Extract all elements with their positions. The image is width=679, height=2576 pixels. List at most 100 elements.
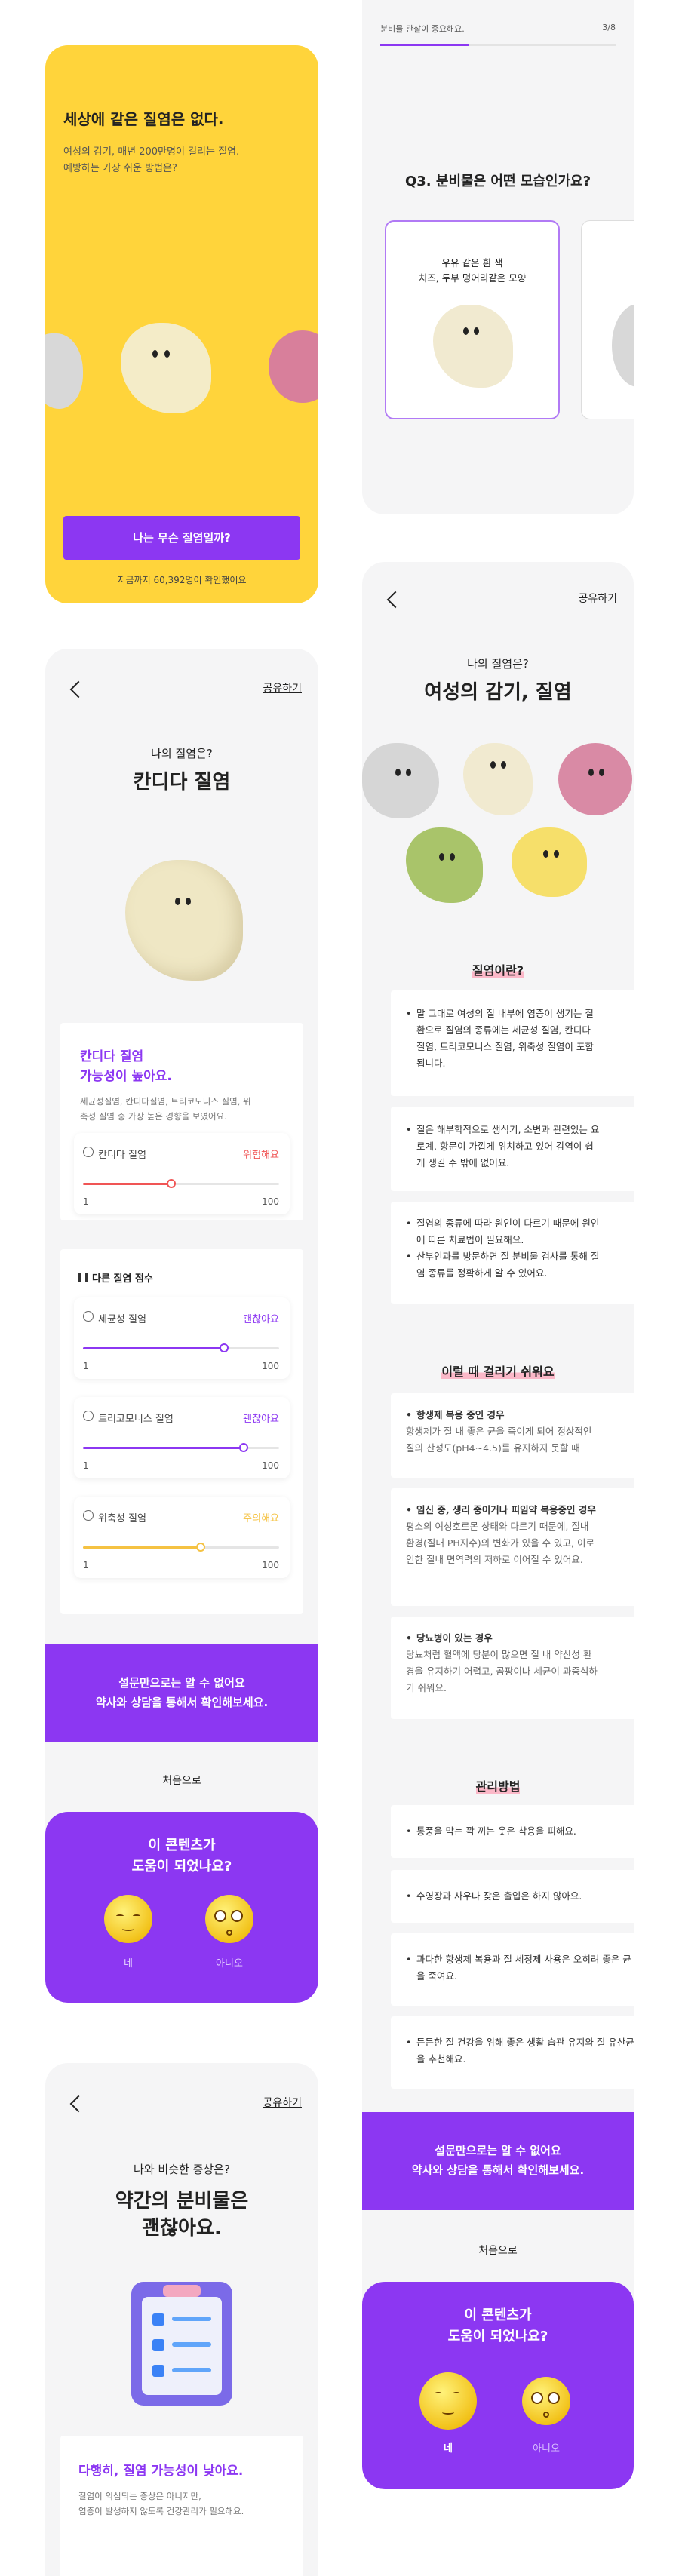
normal-title-2: 괜찮아요. <box>142 2217 222 2240</box>
score-fill <box>83 1447 244 1449</box>
feedback-yes[interactable]: 네 <box>104 1955 152 1970</box>
restart-label: 처음으로 <box>162 1775 201 1787</box>
normal-title-1: 약간의 분비물은 <box>115 2190 249 2212</box>
share-link[interactable]: 공유하기 <box>263 2095 302 2110</box>
score-max: 100 <box>262 1460 279 1471</box>
info-circle-icon <box>83 1311 94 1322</box>
quiz-question: Q3. 분비물은 어떤 모습인가요? <box>404 173 591 189</box>
score-track <box>83 1343 279 1352</box>
score-min: 1 <box>83 1196 89 1207</box>
share-link[interactable]: 공유하기 <box>578 591 617 606</box>
pink-blob <box>558 743 632 815</box>
score-max: 100 <box>262 1196 279 1207</box>
restart-link[interactable]: 처음으로 <box>362 2243 634 2258</box>
care-tip-4: 든든한 질 건강을 위해 좋은 생활 습관 유지와 질 유산균을 추천해요. <box>391 2016 634 2089</box>
risk-tip-2: 임신 중, 생리 중이거나 피임약 복용중인 경우평소의 여성호르몬 상태와 다… <box>391 1488 634 1606</box>
option-label-2: 치즈, 두부 덩어리같은 모양 <box>418 272 527 284</box>
candida-title: 칸디다 질염 <box>133 771 231 794</box>
tip-text: 든든한 질 건강을 위해 좋은 생활 습관 유지와 질 유산균을 추천해요. <box>403 2034 634 2068</box>
other-scores-panel: 다른 질염 점수 세균성 질염 괜찮아요 1 100 트리코모니스 질염 괜찮아… <box>60 1249 303 1614</box>
normal-desc-1: 질염이 의심되는 증상은 아니지만, <box>78 2491 201 2501</box>
score-status: 괜찮아요 <box>243 1414 279 1425</box>
what-is-tip-1: 말 그대로 여성의 질 내부에 염증이 생기는 질환으로 질염의 종류에는 세균… <box>391 990 634 1096</box>
normal-sub: 나와 비슷한 증상은? <box>134 2163 230 2176</box>
party-face-icon[interactable] <box>104 1895 152 1943</box>
tip-title: 항생제 복용 중인 경우 <box>403 1407 634 1423</box>
back-arrow-icon[interactable] <box>386 591 404 609</box>
score-name: 칸디다 질염 <box>98 1150 146 1161</box>
what-is-tip-3: 질염의 종류에 따라 원인이 다르기 때문에 원인에 따른 치료법이 필요해요.… <box>391 1202 634 1304</box>
score-knob <box>196 1543 205 1552</box>
score-min: 1 <box>83 1460 89 1471</box>
quiz-card: 분비물 관찰이 중요해요. 3/8 Q3. 분비물은 어떤 모습인가요? 우유 … <box>362 0 634 514</box>
score-track <box>83 1543 279 1552</box>
tip-text: 산부인과를 방문하면 질 분비물 검사를 통해 질염 종류를 정확하게 알 수 … <box>403 1248 634 1282</box>
info-sub: 나의 질염은? <box>467 657 529 671</box>
score-fill <box>83 1347 225 1349</box>
score-track <box>83 1443 279 1452</box>
score-name: 트리코모니스 질염 <box>98 1414 174 1425</box>
feedback-no[interactable]: 아니오 <box>205 1955 253 1970</box>
other-score-item: 위축성 질염 주의해요 1 100 <box>74 1497 290 1578</box>
intro-desc-2: 예방하는 가장 쉬운 방법은? <box>63 163 177 174</box>
risk-tip-3: 당뇨병이 있는 경우당뇨처럼 혈액에 당분이 많으면 질 내 약산성 환경을 유… <box>391 1617 634 1719</box>
candida-headline-1: 칸디다 질염 <box>80 1049 144 1064</box>
quiz-option-2[interactable] <box>581 220 634 419</box>
banner-line-1: 설문만으로는 알 수 없어요 <box>435 2144 561 2157</box>
intro-title: 세상에 같은 질염은 없다. <box>63 110 224 128</box>
tip-body: 항생제가 질 내 좋은 균을 죽이게 되어 정상적인 질의 산성도(pH4~4.5… <box>406 1426 592 1454</box>
feedback-question-1: 이 콘텐츠가 <box>464 2307 532 2323</box>
care-title-text: 관리방법 <box>475 1779 521 1794</box>
pleading-face-icon[interactable] <box>522 2377 570 2425</box>
banner-line-2: 약사와 상담을 통해서 확인해보세요. <box>95 1696 269 1709</box>
other-scores-title: 다른 질염 점수 <box>92 1273 153 1285</box>
pink-blob <box>269 330 318 403</box>
grey-blob <box>362 743 439 818</box>
care-tip-2: 수영장과 사우나 잦은 출입은 하지 않아요. <box>391 1870 634 1923</box>
pharmacist-banner: 설문만으로는 알 수 없어요 약사와 상담을 통해서 확인해보세요. <box>45 1644 318 1742</box>
score-status: 괜찮아요 <box>243 1314 279 1325</box>
risk-title: 이럴 때 걸리기 쉬워요 <box>362 1362 634 1380</box>
tip-text: 질은 해부학적으로 생식기, 소변과 관련있는 요로계, 항문이 가깝게 위치하… <box>403 1122 634 1171</box>
what-is-title-text: 질염이란? <box>472 963 524 978</box>
candida-headline-2: 가능성이 높아요. <box>80 1069 172 1084</box>
score-min: 1 <box>83 1361 89 1371</box>
cream-blob <box>121 323 211 413</box>
share-link[interactable]: 공유하기 <box>263 680 302 695</box>
feedback-question-1: 이 콘텐츠가 <box>148 1838 216 1853</box>
score-max: 100 <box>262 1361 279 1371</box>
feedback-card: 이 콘텐츠가 도움이 되었나요? 네 아니오 <box>45 1812 318 2003</box>
party-face-icon[interactable] <box>419 2372 477 2430</box>
pleading-face-icon[interactable] <box>205 1895 253 1943</box>
bar-chart-icon <box>78 1273 88 1282</box>
candida-sub: 나의 질염은? <box>151 747 213 760</box>
quiz-progress-track <box>380 44 616 46</box>
back-arrow-icon[interactable] <box>69 680 88 698</box>
info-card: 공유하기 나의 질염은? 여성의 감기, 질염 질염이란? 말 그대로 여성의 … <box>362 562 634 2489</box>
cream-blob <box>463 743 533 815</box>
info-circle-icon <box>83 1411 94 1421</box>
tip-body: 평소의 여성호르몬 상태와 다르기 때문에, 질내 환경(질내 PH지수)의 변화… <box>406 1521 595 1565</box>
feedback-no[interactable]: 아니오 <box>522 2440 570 2455</box>
intro-cta-button[interactable]: 나는 무슨 질염일까? <box>63 516 300 560</box>
feedback-card: 이 콘텐츠가 도움이 되었나요? 네 아니오 <box>362 2282 634 2489</box>
candida-score-item: 칸디다 질염 위험해요 1 100 <box>74 1133 290 1214</box>
info-circle-icon <box>83 1510 94 1521</box>
restart-label: 처음으로 <box>478 2245 518 2257</box>
restart-link[interactable]: 처음으로 <box>45 1773 318 1788</box>
tip-body: 당뇨처럼 혈액에 당분이 많으면 질 내 약산성 환 경을 유지하기 어렵고, 곰… <box>406 1649 598 1693</box>
tip-title: 임신 중, 생리 중이거나 피임약 복용중인 경우 <box>403 1502 634 1518</box>
score-name: 위축성 질염 <box>98 1513 146 1524</box>
quiz-option-1[interactable]: 우유 같은 흰 색 치즈, 두부 덩어리같은 모양 <box>385 220 560 419</box>
care-tip-3: 과다한 항생제 복용과 질 세정제 사용은 오히려 좋은 균을 죽여요. <box>391 1933 634 2006</box>
score-status: 위험해요 <box>243 1150 279 1161</box>
back-arrow-icon[interactable] <box>69 2095 88 2113</box>
feedback-yes[interactable]: 네 <box>424 2440 472 2455</box>
score-knob <box>167 1179 176 1188</box>
score-knob <box>239 1443 249 1452</box>
candida-result-card: 공유하기 나의 질염은? 칸디다 질염 칸디다 질염 가능성이 높아요. 세균성… <box>45 649 318 2003</box>
green-blob <box>406 827 483 903</box>
score-track <box>83 1179 279 1188</box>
what-is-tip-2: 질은 해부학적으로 생식기, 소변과 관련있는 요로계, 항문이 가깝게 위치하… <box>391 1107 634 1191</box>
normal-panel: 다행히, 질염 가능성이 낮아요. 질염이 의심되는 증상은 아니지만, 염증이… <box>60 2436 303 2576</box>
